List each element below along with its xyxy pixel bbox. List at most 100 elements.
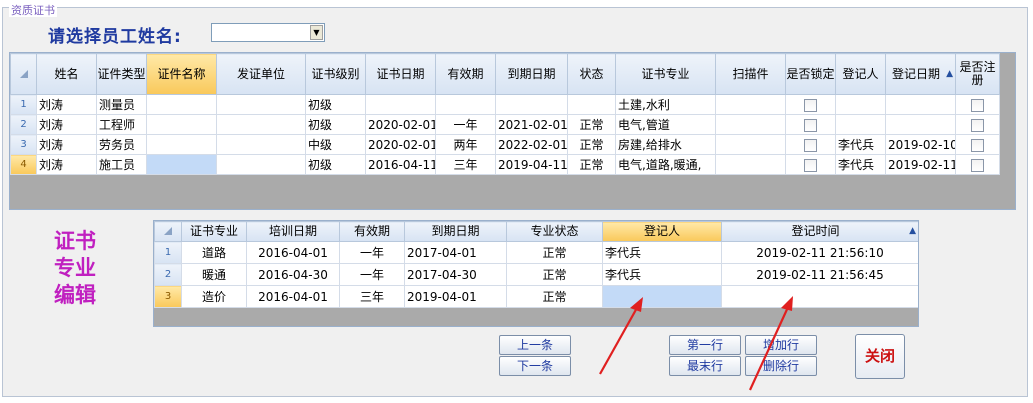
cell-name[interactable]: 刘涛	[36, 114, 97, 135]
cell-major[interactable]: 房建,给排水	[615, 134, 716, 155]
col-cert-name[interactable]: 证件名称	[146, 53, 217, 95]
cell-expiry[interactable]	[495, 94, 568, 115]
cell-issuer[interactable]	[216, 114, 306, 135]
col-cert-date[interactable]: 证书日期	[365, 53, 436, 95]
cell-registered[interactable]	[955, 154, 1000, 175]
table-row[interactable]: 2 暖通 2016-04-30 一年 2017-04-30 正常 李代兵 201…	[154, 263, 918, 286]
cell-registrar[interactable]	[835, 94, 886, 115]
cell-registered[interactable]	[955, 94, 1000, 115]
col-validity[interactable]: 有效期	[435, 53, 496, 95]
locked-checkbox[interactable]	[804, 138, 817, 152]
cell-level[interactable]: 中级	[305, 134, 366, 155]
row-number[interactable]: 1	[10, 94, 37, 115]
registered-checkbox[interactable]	[971, 138, 984, 152]
col-status[interactable]: 状态	[567, 53, 616, 95]
next-record-button[interactable]: 下一条	[499, 356, 571, 376]
employee-select[interactable]: ▼	[211, 23, 325, 42]
cell-level[interactable]: 初级	[305, 154, 366, 175]
corner-icon[interactable]	[154, 221, 182, 242]
col-major-status[interactable]: 专业状态	[506, 221, 603, 242]
col-major[interactable]: 证书专业	[181, 221, 247, 242]
col-major[interactable]: 证书专业	[615, 53, 716, 95]
cell-issuer[interactable]	[216, 134, 306, 155]
cell-cert-name[interactable]	[146, 94, 217, 115]
cell-major[interactable]: 电气,道路,暖通,	[615, 154, 716, 175]
chevron-down-icon[interactable]: ▼	[310, 25, 323, 40]
cell-expiry[interactable]: 2022-02-01	[495, 134, 568, 155]
col-train-date[interactable]: 培训日期	[246, 221, 340, 242]
cell-cert-name[interactable]	[146, 154, 217, 175]
cell-major-status[interactable]: 正常	[506, 263, 603, 286]
cell-cert-type[interactable]: 施工员	[96, 154, 147, 175]
col-issuer[interactable]: 发证单位	[216, 53, 306, 95]
cell-status[interactable]: 正常	[567, 154, 616, 175]
cell-cert-date[interactable]: 2020-02-01	[365, 114, 436, 135]
cell-registered[interactable]	[955, 114, 1000, 135]
cell-reg-date[interactable]: 2019-02-11	[885, 154, 956, 175]
locked-checkbox[interactable]	[804, 158, 817, 172]
row-number[interactable]: 3	[154, 285, 182, 308]
cell-name[interactable]: 刘涛	[36, 154, 97, 175]
cell-registrar[interactable]: 李代兵	[835, 134, 886, 155]
cell-cert-type[interactable]: 测量员	[96, 94, 147, 115]
registered-checkbox[interactable]	[971, 98, 984, 112]
cell-expiry[interactable]: 2019-04-11	[495, 154, 568, 175]
cell-name[interactable]: 刘涛	[36, 134, 97, 155]
locked-checkbox[interactable]	[804, 98, 817, 112]
cell-scan[interactable]	[715, 154, 786, 175]
cell-train-date[interactable]: 2016-04-30	[246, 263, 340, 286]
cell-major[interactable]: 造价	[181, 285, 247, 308]
cell-scan[interactable]	[715, 134, 786, 155]
cell-scan[interactable]	[715, 114, 786, 135]
cell-locked[interactable]	[785, 114, 836, 135]
cell-reg-date[interactable]: 2019-02-10	[885, 134, 956, 155]
delete-row-button[interactable]: 删除行	[745, 356, 817, 376]
table-row[interactable]: 3 造价 2016-04-01 三年 2019-04-01 正常	[154, 285, 918, 308]
cell-validity[interactable]: 三年	[435, 154, 496, 175]
cell-registrar[interactable]	[835, 114, 886, 135]
row-number[interactable]: 2	[154, 263, 182, 286]
registered-checkbox[interactable]	[971, 158, 984, 172]
col-reg-date[interactable]: 登记日期 ▲	[885, 53, 956, 95]
cell-reg-time[interactable]	[721, 285, 918, 308]
col-expiry[interactable]: 到期日期	[404, 221, 507, 242]
cell-status[interactable]: 正常	[567, 114, 616, 135]
cell-validity[interactable]: 一年	[339, 263, 405, 286]
certificate-grid[interactable]: 姓名 证件类型 证件名称 发证单位 证书级别 证书日期 有效期 到期日期 状态 …	[9, 52, 1016, 210]
table-row[interactable]: 1 道路 2016-04-01 一年 2017-04-01 正常 李代兵 201…	[154, 241, 918, 264]
cell-status[interactable]	[567, 94, 616, 115]
cell-cert-date[interactable]	[365, 94, 436, 115]
cell-scan[interactable]	[715, 94, 786, 115]
cell-expiry[interactable]: 2021-02-01	[495, 114, 568, 135]
cell-cert-name[interactable]	[146, 114, 217, 135]
cell-reg-date[interactable]	[885, 114, 956, 135]
cell-cert-type[interactable]: 劳务员	[96, 134, 147, 155]
cell-status[interactable]: 正常	[567, 134, 616, 155]
col-expiry[interactable]: 到期日期	[495, 53, 568, 95]
col-registrar[interactable]: 登记人	[835, 53, 886, 95]
col-validity[interactable]: 有效期	[339, 221, 405, 242]
add-row-button[interactable]: 增加行	[745, 335, 817, 355]
registered-checkbox[interactable]	[971, 118, 984, 132]
cell-level[interactable]: 初级	[305, 114, 366, 135]
cell-train-date[interactable]: 2016-04-01	[246, 241, 340, 264]
cell-reg-time[interactable]: 2019-02-11 21:56:10	[721, 241, 918, 264]
col-locked[interactable]: 是否锁定	[785, 53, 836, 95]
cell-validity[interactable]: 一年	[435, 114, 496, 135]
cell-cert-type[interactable]: 工程师	[96, 114, 147, 135]
cell-registrar[interactable]	[602, 285, 722, 308]
cell-registrar[interactable]: 李代兵	[602, 263, 722, 286]
cell-expiry[interactable]: 2017-04-01	[404, 241, 507, 264]
col-registrar[interactable]: 登记人	[602, 221, 722, 242]
cell-locked[interactable]	[785, 154, 836, 175]
cell-registrar[interactable]: 李代兵	[835, 154, 886, 175]
major-grid[interactable]: 证书专业 培训日期 有效期 到期日期 专业状态 登记人 登记时间 ▲ 1 道路 2…	[153, 220, 919, 327]
cell-expiry[interactable]: 2017-04-30	[404, 263, 507, 286]
row-number[interactable]: 4	[10, 154, 37, 175]
cell-train-date[interactable]: 2016-04-01	[246, 285, 340, 308]
cell-locked[interactable]	[785, 94, 836, 115]
table-row[interactable]: 3 刘涛 劳务员 中级 2020-02-01 两年 2022-02-01 正常 …	[10, 134, 1000, 155]
table-row[interactable]: 1 刘涛 测量员 初级 土建,水利	[10, 94, 1000, 115]
row-number[interactable]: 2	[10, 114, 37, 135]
cell-validity[interactable]: 两年	[435, 134, 496, 155]
